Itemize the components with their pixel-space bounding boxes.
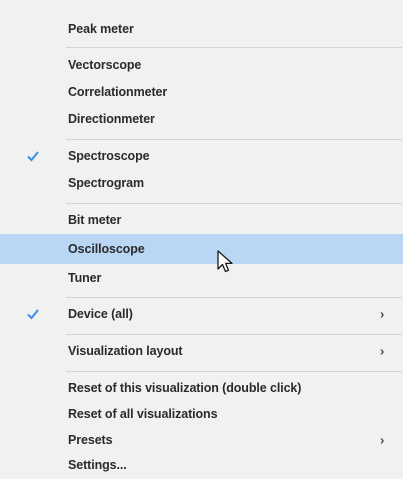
chevron-right-icon: ›: [380, 343, 385, 359]
checkmark-icon: [27, 309, 39, 320]
checkmark-icon: [27, 151, 39, 162]
menu-item-label: Directionmeter: [68, 112, 155, 126]
menu-item-vectorscope[interactable]: Vectorscope: [0, 50, 411, 80]
menu-item-label: Spectroscope: [68, 149, 150, 163]
context-menu: Peak meter Vectorscope Correlationmeter …: [0, 0, 411, 479]
menu-item-label: Reset of all visualizations: [68, 407, 218, 421]
menu-item-label: Correlationmeter: [68, 85, 168, 99]
menu-item-label: Visualization layout: [68, 344, 183, 358]
menu-item-visualization-layout[interactable]: Visualization layout ›: [0, 336, 411, 366]
chevron-right-icon: ›: [380, 432, 385, 448]
menu-item-label: Settings...: [68, 458, 127, 472]
menu-item-label: Bit meter: [68, 213, 122, 227]
menu-item-label: Presets: [68, 433, 113, 447]
menu-item-label: Oscilloscope: [68, 242, 145, 256]
menu-item-correlationmeter[interactable]: Correlationmeter: [0, 77, 411, 107]
menu-item-directionmeter[interactable]: Directionmeter: [0, 104, 411, 134]
menu-item-spectrogram[interactable]: Spectrogram: [0, 168, 411, 198]
menu-item-label: Vectorscope: [68, 58, 142, 72]
menu-item-label: Device (all): [68, 307, 133, 321]
menu-item-label: Spectrogram: [68, 176, 145, 190]
menu-separator: [66, 47, 402, 48]
menu-item-label: Tuner: [68, 271, 102, 285]
menu-item-device[interactable]: Device (all) ›: [0, 299, 411, 329]
menu-separator: [66, 297, 402, 298]
menu-right-edge: [403, 0, 411, 479]
menu-item-label: Reset of this visualization (double clic…: [68, 381, 302, 395]
menu-separator: [66, 139, 402, 140]
menu-separator: [66, 203, 402, 204]
mouse-pointer-icon: [217, 250, 233, 273]
menu-item-bit-meter[interactable]: Bit meter: [0, 205, 411, 235]
menu-item-spectroscope[interactable]: Spectroscope: [0, 141, 411, 171]
menu-separator: [66, 371, 402, 372]
menu-item-tuner[interactable]: Tuner: [0, 263, 411, 293]
menu-item-peak-meter[interactable]: Peak meter: [0, 14, 411, 44]
chevron-right-icon: ›: [380, 306, 385, 322]
menu-item-label: Peak meter: [68, 22, 134, 36]
menu-item-oscilloscope[interactable]: Oscilloscope: [0, 234, 411, 264]
menu-separator: [66, 334, 402, 335]
menu-item-settings[interactable]: Settings...: [0, 450, 411, 480]
